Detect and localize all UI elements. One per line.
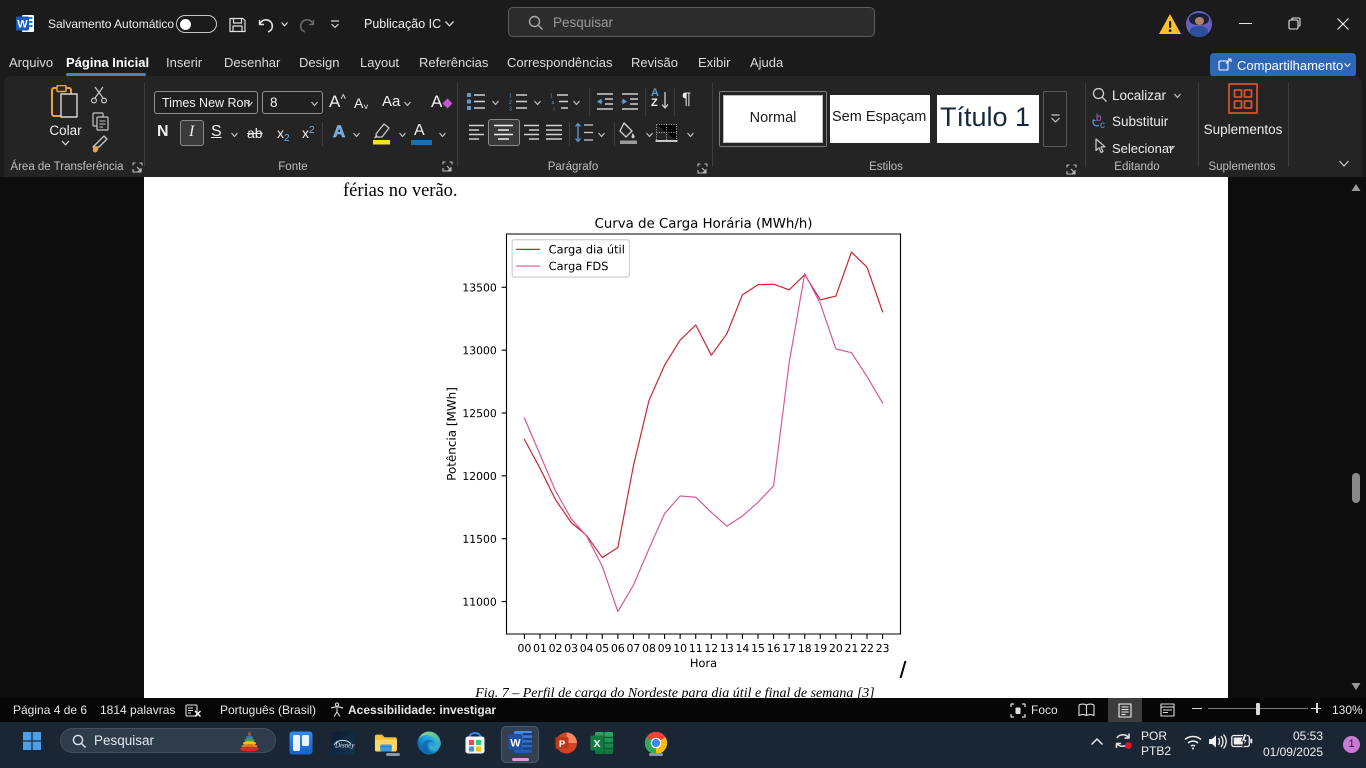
svg-text:Disney+: Disney+ — [334, 742, 355, 750]
svg-text:P: P — [559, 739, 566, 750]
svg-text:W: W — [510, 738, 521, 750]
svg-text:1: 1 — [509, 94, 512, 100]
svg-text:2: 2 — [509, 100, 512, 106]
svg-text:i: i — [554, 107, 555, 112]
svg-text:1: 1 — [550, 94, 553, 100]
svg-text:X: X — [593, 738, 600, 750]
svg-text:c: c — [1100, 120, 1105, 130]
svg-text:W: W — [17, 19, 28, 31]
svg-text:3: 3 — [509, 107, 512, 112]
svg-text:a: a — [552, 100, 555, 106]
